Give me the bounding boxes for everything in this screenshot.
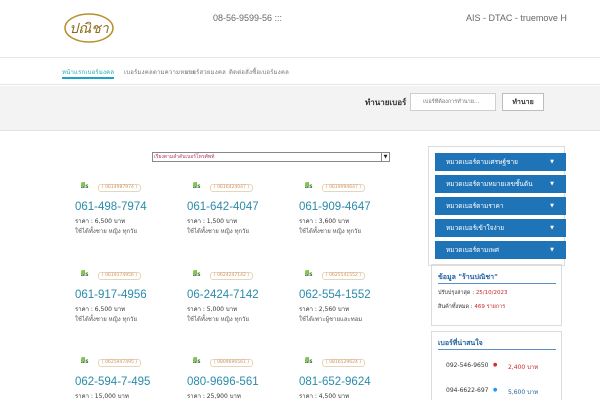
main-nav: หน้าแรกเบอร์มงคล เบอร์มงคลตามความหมาย เบ… (0, 59, 600, 85)
ais-logo-icon: AIS (305, 182, 319, 192)
category-label: หมวดเบอร์ตามราคา (446, 202, 504, 210)
ais-logo-icon: AIS (81, 182, 95, 192)
number-card[interactable]: AIS ( 0625541552 ) 062-554-1552 ราคา : 2… (299, 270, 399, 324)
sidebar-item-category[interactable]: หมวดเบอร์ตามเพศ ▼ (435, 241, 566, 259)
phone-number[interactable]: 061-909-4647 (299, 201, 371, 213)
sidebar-item-category[interactable]: หมวดเบอร์ตามราคา ▼ (435, 197, 566, 215)
number-digits: ( 0624247142 ) (210, 272, 254, 280)
chevron-down-icon: ▼ (550, 225, 554, 231)
number-digits: ( 0619094647 ) (322, 184, 366, 192)
category-label: หมวดเบอร์ตามหมายเลขชั้นต้น (446, 180, 533, 188)
number-digits: ( 0619174956 ) (98, 272, 142, 280)
price: ราคา : 3,600 บาท (299, 218, 350, 225)
header-phone: 08-56-9599-56 ::: (213, 13, 283, 23)
sort-selected-label: เรียงตามลำดับเบอร์โทรศัพท์ (154, 154, 215, 160)
featured-price: 2,400 บาท (508, 364, 539, 371)
suitability: ใช้ได้เพาะผู้ชายและทอม (299, 316, 363, 323)
chevron-down-icon: ▼ (550, 203, 554, 209)
search-bar: ทำนายเบอร์ ทำนาย (0, 86, 600, 131)
chevron-down-icon: ▼ (550, 181, 554, 187)
sidebar-item-category[interactable]: หมวดเบอร์ตามหมายเลขชั้นต้น ▼ (435, 175, 566, 193)
search-label: ทำนายเบอร์ (365, 98, 407, 107)
featured-numbers-panel: เบอร์ที่น่าสนใจ 092-546-9650 ● 2,400 บาท… (431, 331, 562, 400)
phone-number[interactable]: 062-554-1552 (299, 289, 371, 301)
stock-count: สินค้าทั้งหมด : 469 รายการ (438, 304, 506, 310)
predict-button[interactable]: ทำนาย (502, 93, 544, 111)
number-digits: ( 0809696561 ) (210, 359, 254, 367)
nav-item-home[interactable]: หน้าแรกเบอร์มงคล (62, 67, 115, 79)
number-card[interactable]: AIS ( 0816529624 ) 081-652-9624 ราคา : 4… (299, 357, 399, 411)
number-card[interactable]: AIS ( 0624247142 ) 06-2424-7142 ราคา : 5… (187, 270, 287, 324)
chevron-down-icon: ▼ (550, 247, 554, 253)
category-label: หมวดเบอร์ตามเศรษฐ์ชาย (446, 158, 518, 166)
svg-text:ปณิชา: ปณิชา (69, 21, 109, 37)
category-label: หมวดเบอร์ตามเพศ (446, 246, 499, 254)
header: ปณิชา 08-56-9599-56 ::: AIS - DTAC - tru… (0, 0, 600, 58)
last-updated: ปรับปรุงล่าสุด : 25/10/2023 (438, 290, 508, 296)
price: ราคา : 6,500 บาท (75, 306, 126, 313)
search-input[interactable] (410, 93, 496, 111)
phone-number[interactable]: 081-652-9624 (299, 376, 371, 388)
category-label: หมวดเบอร์เข้าใจง่าย (446, 224, 505, 232)
number-digits: ( 0616424047 ) (210, 184, 254, 192)
chevron-down-icon[interactable]: ▼ (381, 153, 389, 161)
price: ราคา : 2,560 บาท (299, 306, 350, 313)
ais-logo-icon: AIS (193, 270, 207, 280)
ais-logo-icon: AIS (81, 357, 95, 367)
sort-select[interactable]: เรียงตามลำดับเบอร์โทรศัพท์ ▼ (152, 152, 390, 162)
nav-item-contact[interactable]: ติดต่อสั่งซื้อเบอร์มงคล (229, 67, 289, 77)
sidebar-categories: หมวดเบอร์ตามเศรษฐ์ชาย ▼ หมวดเบอร์ตามหมาย… (428, 146, 566, 266)
number-digits: ( 0625947495 ) (98, 359, 142, 367)
ais-logo-icon: AIS (193, 357, 207, 367)
sidebar-item-category[interactable]: หมวดเบอร์เข้าใจง่าย ▼ (435, 219, 566, 237)
chevron-down-icon: ▼ (550, 159, 554, 165)
number-card[interactable]: AIS ( 0619094647 ) 061-909-4647 ราคา : 3… (299, 182, 399, 236)
suitability: ใช้ได้ทั้งชาย หญิง ทุกวัย (187, 316, 250, 323)
phone-number[interactable]: 061-498-7974 (75, 201, 147, 213)
phone-number[interactable]: 061-642-4047 (187, 201, 259, 213)
suitability: ใช้ได้ทั้งชาย หญิง ทุกวัย (75, 316, 138, 323)
number-card[interactable]: AIS ( 0625947495 ) 062-594-7-495 ราคา : … (75, 357, 175, 411)
number-digits: ( 0816529624 ) (322, 359, 366, 367)
phone-number[interactable]: 061-917-4956 (75, 289, 147, 301)
phone-number[interactable]: 06-2424-7142 (187, 289, 259, 301)
phone-number[interactable]: 080-9696-561 (187, 376, 259, 388)
shop-info-panel: ข้อมูล "ร้านปณิชา" ปรับปรุงล่าสุด : 25/1… (431, 264, 562, 326)
price: ราคา : 6,500 บาท (75, 218, 126, 225)
number-digits: ( 0614987974 ) (98, 184, 142, 192)
suitability: ใช้ได้ทั้งชาย หญิง ทุกวัย (75, 228, 138, 235)
ais-logo-icon: AIS (305, 357, 319, 367)
category-list: หมวดเบอร์ตามเศรษฐ์ชาย ▼ หมวดเบอร์ตามหมาย… (428, 146, 566, 266)
featured-number[interactable]: 094-6622-697 (446, 387, 489, 394)
price: ราคา : 1,500 บาท (187, 218, 238, 225)
network-icon: ● (493, 362, 498, 368)
suitability: ใช้ได้ทั้งชาย หญิง ทุกวัย (299, 228, 362, 235)
featured-title: เบอร์ที่น่าสนใจ (438, 339, 556, 350)
logo-icon[interactable]: ปณิชา (64, 12, 114, 44)
number-card[interactable]: AIS ( 0616424047 ) 061-642-4047 ราคา : 1… (187, 182, 287, 236)
nav-item-lucky[interactable]: เบอร์สวยมงคล (186, 67, 226, 77)
header-networks: AIS - DTAC - truemove H (466, 13, 567, 23)
number-card[interactable]: AIS ( 0809696561 ) 080-9696-561 ราคา : 2… (187, 357, 287, 411)
shop-info-title: ข้อมูล "ร้านปณิชา" (438, 273, 556, 284)
ais-logo-icon: AIS (305, 270, 319, 280)
number-card[interactable]: AIS ( 0619174956 ) 061-917-4956 ราคา : 6… (75, 270, 175, 324)
number-digits: ( 0625541552 ) (322, 272, 366, 280)
ais-logo-icon: AIS (193, 182, 207, 192)
ais-logo-icon: AIS (81, 270, 95, 280)
price: ราคา : 5,000 บาท (187, 306, 238, 313)
network-icon: ● (493, 387, 498, 393)
number-card[interactable]: AIS ( 0614987974 ) 061-498-7974 ราคา : 6… (75, 182, 175, 236)
featured-number[interactable]: 092-546-9650 (446, 362, 489, 369)
phone-number[interactable]: 062-594-7-495 (75, 376, 150, 388)
featured-price: 5,600 บาท (508, 389, 539, 396)
sidebar-item-category[interactable]: หมวดเบอร์ตามเศรษฐ์ชาย ▼ (435, 153, 566, 171)
suitability: ใช้ได้ทั้งชาย หญิง ทุกวัย (187, 228, 250, 235)
